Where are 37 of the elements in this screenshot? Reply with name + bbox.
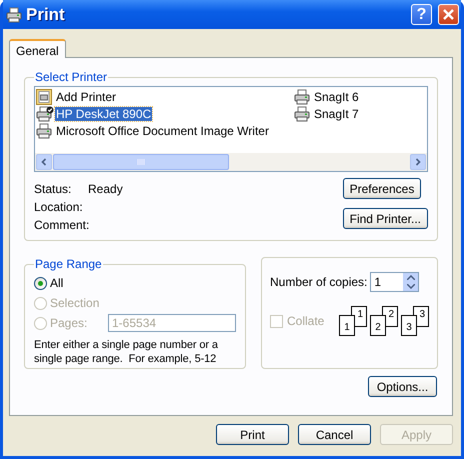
horizontal-scrollbar[interactable] [35,153,427,171]
window-title: Print [26,4,66,24]
printer-icon [294,88,312,104]
detail-value: Ready [88,182,123,196]
options-button[interactable]: Options... [368,376,437,397]
page-sheet: 2 [370,315,386,336]
detail-label: Status: [34,182,72,196]
copies-spinner[interactable]: 1 [370,272,420,292]
close-icon [442,8,455,21]
close-button[interactable] [438,4,459,25]
group-title: Select Printer [34,70,108,84]
page-sheet: 3 [401,315,417,336]
copies-label: Number of copies: [270,275,368,289]
radio-label: All [50,276,64,290]
printer-item[interactable]: Add Printer [36,88,294,105]
detail-label: Comment: [34,218,88,232]
help-button[interactable]: ? [411,4,432,25]
printer-item[interactable]: SnagIt 7 [294,105,426,122]
printer-item[interactable]: SnagIt 6 [294,88,426,105]
printer-item[interactable]: Microsoft Office Document Image Writer [36,122,294,139]
radio-button[interactable] [34,276,47,290]
preferences-button[interactable]: Preferences [342,178,422,199]
cancel-button[interactable]: Cancel [298,424,371,445]
radio-label: Pages: [50,316,88,330]
printer-item[interactable]: HP DeskJet 890C [36,105,294,122]
collate-label: Collate [287,314,324,328]
page-sheet: 1 [339,315,355,336]
printer-icon [6,6,22,22]
printer-icon [294,106,312,122]
print-button[interactable]: Print [216,424,289,445]
tab[interactable]: General [9,39,66,58]
find-printer-button[interactable]: Find Printer... [342,208,428,229]
radio-label: Selection [50,296,100,310]
hint-text: Enter either a single page number or a single page range. For example, 5-12 [34,338,219,366]
detail-label: Location: [34,200,84,214]
grip-icon [137,158,145,164]
group-title: Page Range [34,257,103,271]
